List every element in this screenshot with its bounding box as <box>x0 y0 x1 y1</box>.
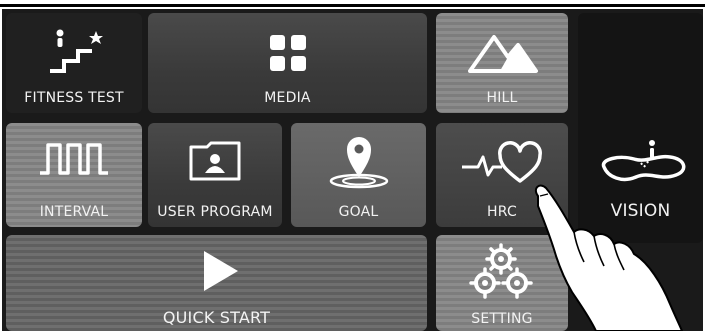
pointing-hand-icon <box>534 184 683 331</box>
instruction-figure: FITNESS TEST MEDIA HILL INTERVAL USER PR… <box>0 0 705 331</box>
